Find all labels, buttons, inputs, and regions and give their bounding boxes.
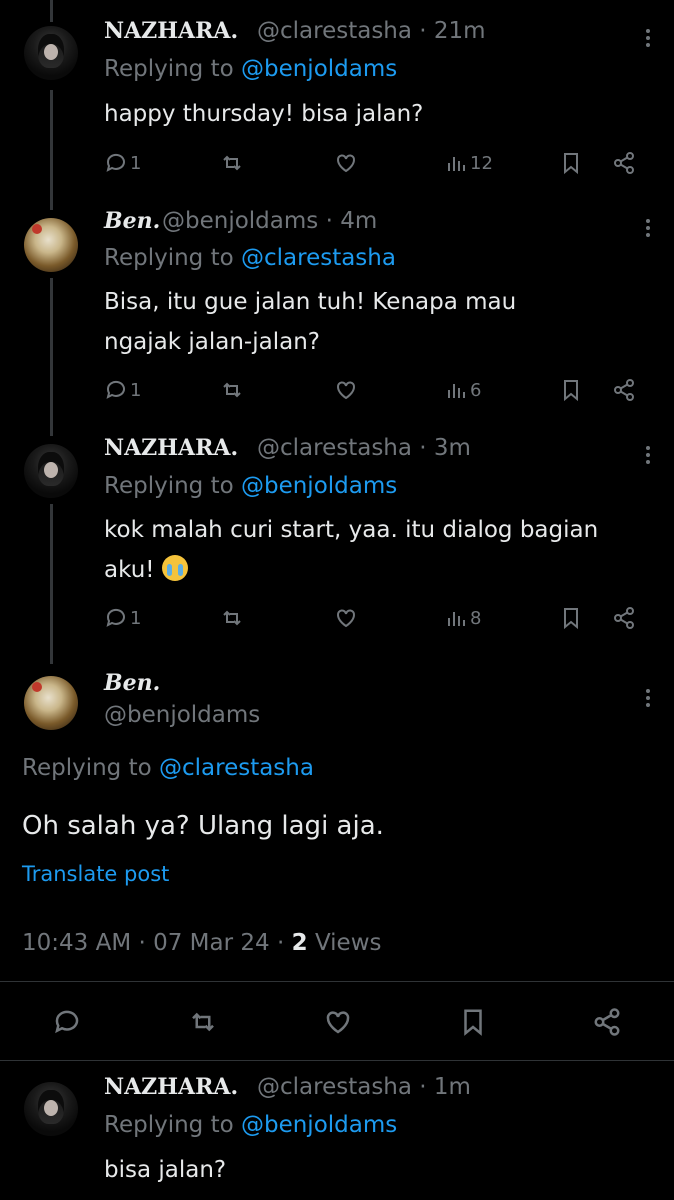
reply-button[interactable]: 1 bbox=[104, 603, 141, 633]
reply-icon bbox=[106, 608, 125, 627]
avatar[interactable] bbox=[24, 444, 78, 498]
like-button[interactable] bbox=[334, 375, 358, 405]
share-button[interactable] bbox=[612, 375, 636, 405]
avatar[interactable] bbox=[24, 1082, 78, 1136]
replying-to: Replying to @benjoldams bbox=[104, 473, 398, 499]
action-bar bbox=[0, 995, 674, 1051]
share-icon bbox=[614, 607, 634, 629]
bookmark-icon bbox=[464, 1009, 482, 1036]
like-button[interactable] bbox=[334, 148, 358, 178]
handle-time[interactable]: @clarestasha · 21m bbox=[257, 18, 486, 44]
reply-icon bbox=[55, 1010, 79, 1034]
bookmark-button[interactable] bbox=[458, 1007, 488, 1037]
share-button[interactable] bbox=[592, 1007, 622, 1037]
post-text: Oh salah ya? Ulang lagi aja. bbox=[22, 811, 384, 841]
replying-to: Replying to @benjoldams bbox=[104, 1112, 398, 1138]
like-button[interactable] bbox=[334, 603, 358, 633]
thread-connector bbox=[50, 0, 53, 22]
bookmark-button[interactable] bbox=[559, 375, 583, 405]
action-bar: 1 12 bbox=[104, 148, 644, 178]
repost-button[interactable] bbox=[188, 1007, 218, 1037]
repost-icon bbox=[192, 1012, 214, 1032]
bookmark-icon bbox=[564, 380, 578, 402]
display-name[interactable]: NAZHARA. bbox=[104, 18, 238, 44]
thread-connector bbox=[50, 278, 53, 436]
more-icon[interactable] bbox=[646, 216, 652, 240]
mention-link[interactable]: @benjoldams bbox=[241, 473, 397, 499]
reply-button[interactable]: 1 bbox=[104, 148, 141, 178]
mention-link[interactable]: @clarestasha bbox=[241, 245, 396, 271]
repost-icon bbox=[223, 610, 241, 626]
post-text: Bisa, itu gue jalan tuh! Kenapa mau ngaj… bbox=[104, 289, 517, 355]
avatar[interactable] bbox=[24, 26, 78, 80]
handle[interactable]: @benjoldams bbox=[104, 702, 260, 728]
replying-to: Replying to @clarestasha bbox=[104, 245, 396, 271]
thread-connector bbox=[50, 90, 53, 210]
share-icon bbox=[594, 1008, 620, 1036]
views-button[interactable]: 8 bbox=[444, 603, 481, 633]
mention-link[interactable]: @benjoldams bbox=[241, 56, 397, 82]
post-text: kok malah curi start, yaa. itu dialog ba… bbox=[104, 517, 599, 583]
share-button[interactable] bbox=[612, 603, 636, 633]
replying-to: Replying to @benjoldams bbox=[104, 56, 398, 82]
thread-connector bbox=[50, 504, 53, 664]
display-name[interactable]: Ben. bbox=[104, 208, 160, 234]
repost-icon bbox=[223, 382, 241, 398]
heart-icon bbox=[337, 609, 355, 628]
mention-link[interactable]: @clarestasha bbox=[159, 755, 314, 781]
analytics-icon bbox=[448, 384, 465, 398]
reply-button[interactable]: 1 bbox=[104, 375, 141, 405]
post-meta: 10:43 AM · 07 Mar 24 · 2 Views bbox=[22, 930, 382, 956]
heart-icon bbox=[337, 381, 355, 400]
repost-button[interactable] bbox=[220, 375, 244, 405]
bookmark-button[interactable] bbox=[559, 603, 583, 633]
analytics-icon bbox=[448, 612, 465, 626]
reply-icon bbox=[106, 153, 125, 172]
handle-time[interactable]: @clarestasha · 3m bbox=[257, 435, 471, 461]
views-label: Views bbox=[314, 930, 382, 956]
repost-button[interactable] bbox=[220, 603, 244, 633]
display-name[interactable]: NAZHARA. bbox=[104, 1074, 238, 1100]
share-icon bbox=[614, 152, 634, 174]
repost-icon bbox=[223, 155, 241, 171]
mention-link[interactable]: @benjoldams bbox=[241, 1112, 397, 1138]
bookmark-icon bbox=[564, 153, 578, 175]
views-button[interactable]: 6 bbox=[444, 375, 481, 405]
more-icon[interactable] bbox=[646, 26, 652, 50]
heart-icon bbox=[326, 1011, 350, 1034]
heart-icon bbox=[337, 154, 355, 173]
more-icon[interactable] bbox=[646, 686, 652, 710]
repost-button[interactable] bbox=[220, 148, 244, 178]
bookmark-button[interactable] bbox=[559, 148, 583, 178]
display-name[interactable]: Ben. bbox=[104, 670, 160, 696]
crying-face-emoji bbox=[161, 555, 188, 581]
handle-time[interactable]: @benjoldams · 4m bbox=[162, 208, 377, 234]
reply-button[interactable] bbox=[52, 1007, 82, 1037]
post-date[interactable]: 07 Mar 24 bbox=[153, 930, 270, 956]
share-button[interactable] bbox=[612, 148, 636, 178]
analytics-icon bbox=[448, 157, 465, 171]
post-time[interactable]: 10:43 AM bbox=[22, 930, 131, 956]
post-text: happy thursday! bisa jalan? bbox=[104, 101, 424, 127]
more-icon[interactable] bbox=[646, 443, 652, 467]
bookmark-icon bbox=[564, 608, 578, 630]
avatar[interactable] bbox=[24, 218, 78, 272]
replying-to: Replying to @clarestasha bbox=[22, 755, 314, 781]
views-count[interactable]: 2 bbox=[292, 930, 308, 956]
avatar[interactable] bbox=[24, 676, 78, 730]
divider bbox=[0, 981, 674, 982]
reply-icon bbox=[106, 380, 125, 399]
share-icon bbox=[614, 379, 634, 401]
action-bar: 1 6 bbox=[104, 375, 644, 405]
divider bbox=[0, 1060, 674, 1061]
views-button[interactable]: 12 bbox=[444, 148, 493, 178]
display-name[interactable]: NAZHARA. bbox=[104, 435, 238, 461]
handle-time[interactable]: @clarestasha · 1m bbox=[257, 1074, 471, 1100]
translate-link[interactable]: Translate post bbox=[22, 862, 169, 886]
action-bar: 1 8 bbox=[104, 603, 644, 633]
post-text: bisa jalan? bbox=[104, 1157, 227, 1183]
like-button[interactable] bbox=[323, 1007, 353, 1037]
